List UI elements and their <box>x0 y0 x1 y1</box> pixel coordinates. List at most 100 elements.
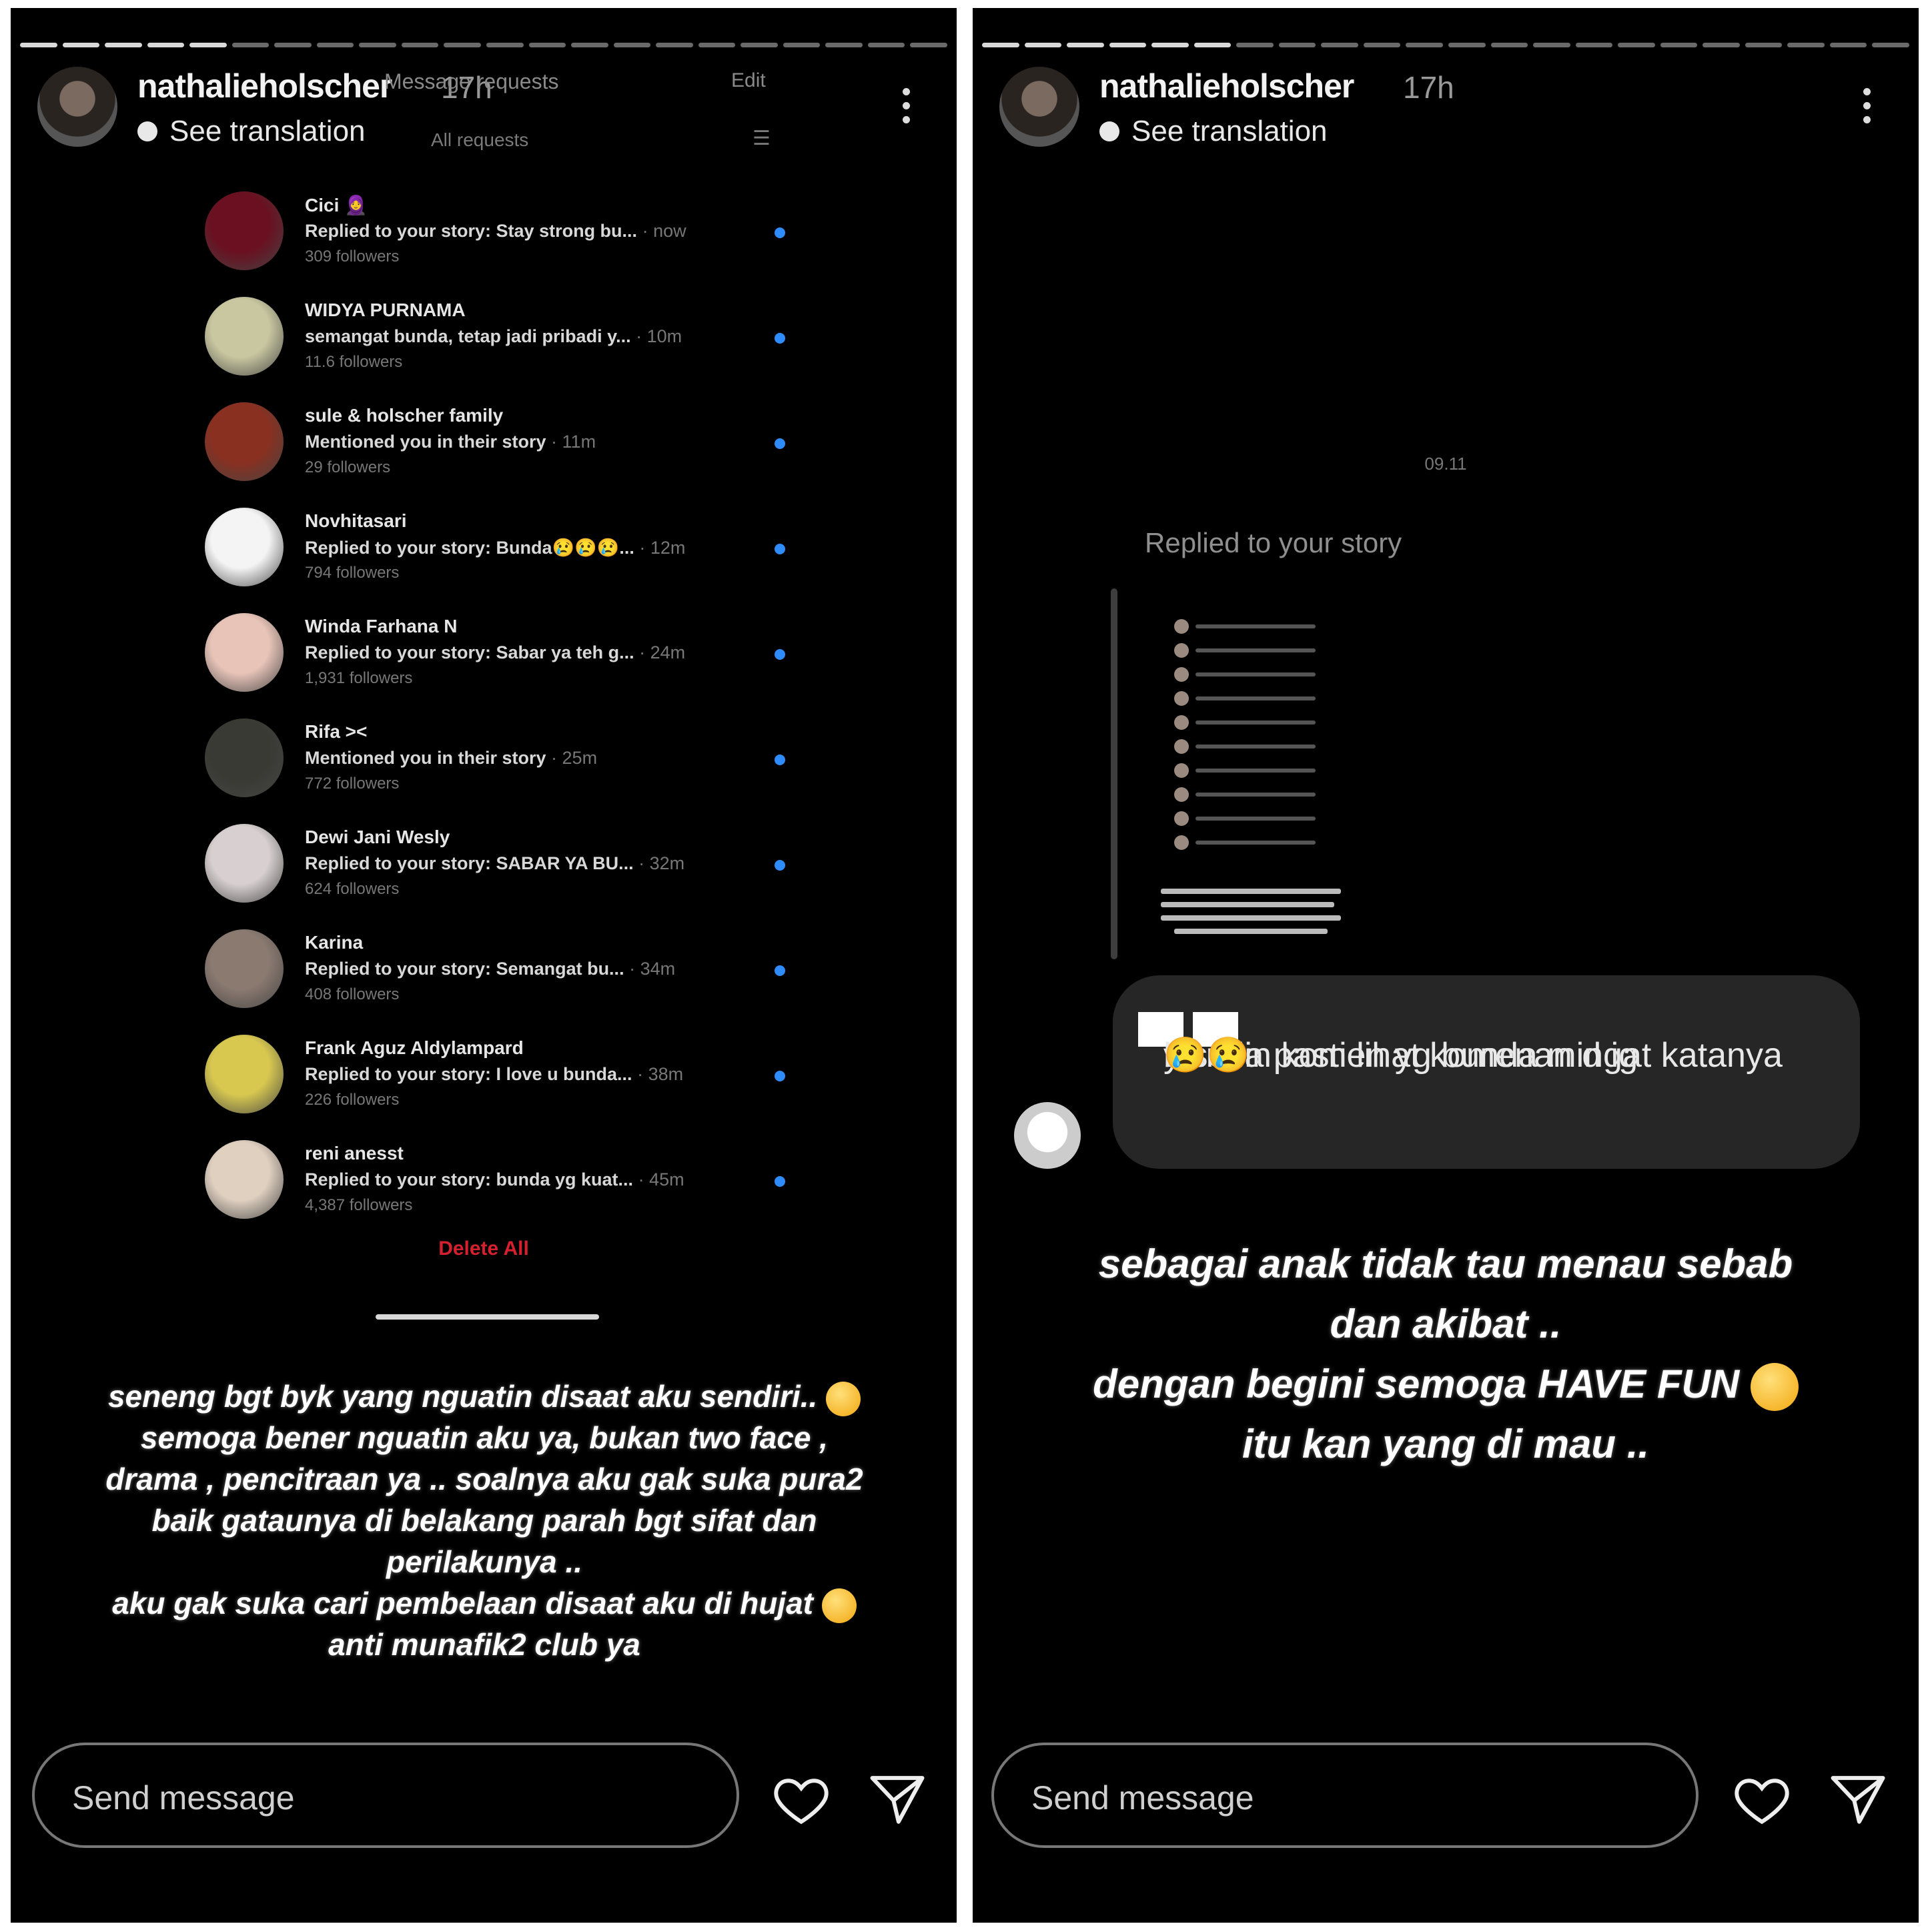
request-name: Dewi Jani Wesly <box>305 827 450 847</box>
delete-all-label: Delete All <box>438 1238 529 1260</box>
story-caption: sebagai anak tidak tau menau sebab dan a… <box>986 1234 1905 1474</box>
caption-line: sebagai anak tidak tau menau sebab <box>1098 1242 1793 1286</box>
message-request-row[interactable]: sule & holscher family Mentioned you in t… <box>194 402 795 489</box>
heart-icon[interactable] <box>1732 1769 1792 1829</box>
request-message: Mentioned you in their story · 11m <box>305 432 596 452</box>
reply-timestamp: 09.11 <box>1424 454 1467 474</box>
message-request-row[interactable]: Cici 🧕 Replied to your story: Stay strong… <box>194 191 795 278</box>
more-vertical-icon[interactable] <box>1863 88 1871 123</box>
request-message: Replied to your story: SABAR YA BU... · … <box>305 853 685 873</box>
message-request-row[interactable]: WIDYA PURNAMA semangat bunda, tetap jadi … <box>194 297 795 384</box>
story-username[interactable]: nathalieholscher <box>137 67 392 105</box>
story-username[interactable]: nathalieholscher <box>1099 67 1354 105</box>
story-author-avatar[interactable] <box>999 67 1079 147</box>
message-bubble[interactable]: Bunda pasti lihat komenan d ig ya si bls… <box>1113 975 1860 1169</box>
paper-plane-icon[interactable] <box>1828 1769 1888 1829</box>
story-panel-left: nathalieholscher 17h Message requests Ed… <box>11 8 957 1923</box>
more-vertical-icon[interactable] <box>902 88 910 123</box>
request-name: Karina <box>305 932 364 953</box>
request-message: semangat bunda, tetap jadi pribadi y... … <box>305 326 682 346</box>
request-message: Replied to your story: I love u bunda...… <box>305 1064 684 1084</box>
caption-line: dengan begini semoga HAVE FUN <box>986 1354 1905 1414</box>
request-message: Mentioned you in their story · 25m <box>305 748 598 768</box>
request-name: sule & holscher family <box>305 405 504 426</box>
request-name: Rifa >< <box>305 721 368 742</box>
send-message-placeholder: Send message <box>1031 1779 1254 1817</box>
caption-line: semoga bener nguatin aku ya, bukan two f… <box>140 1420 829 1455</box>
request-name: WIDYA PURNAMA <box>305 300 466 320</box>
unread-dot <box>775 227 785 238</box>
story-progress-bar <box>20 43 948 47</box>
overlay-title: Message requests <box>384 69 559 93</box>
caption-line: baik gataunya di belakang parah bgt sifa… <box>151 1503 817 1538</box>
request-avatar <box>205 613 284 692</box>
filter-icon: ☰ <box>753 127 771 149</box>
translate-icon <box>137 121 157 141</box>
request-name: reni anesst <box>305 1143 404 1163</box>
request-avatar <box>205 718 284 797</box>
paper-plane-icon[interactable] <box>867 1769 927 1829</box>
request-avatar <box>205 402 284 481</box>
sender-avatar[interactable] <box>1014 1102 1081 1169</box>
caption-line: seneng bgt byk yang nguatin disaat aku s… <box>51 1376 918 1417</box>
unread-dot <box>775 544 785 554</box>
request-message: Replied to your story: bunda yg kuat... … <box>305 1169 684 1189</box>
request-followers: 11.6 followers <box>305 353 403 371</box>
request-avatar <box>205 1140 284 1219</box>
send-message-input[interactable]: Send message <box>991 1743 1699 1848</box>
message-request-row[interactable]: Winda Farhana N Replied to your story: Sa… <box>194 613 795 700</box>
message-request-row[interactable]: Karina Replied to your story: Semangat bu… <box>194 929 795 1016</box>
request-followers: 408 followers <box>305 985 400 1003</box>
request-message: Replied to your story: Sabar ya teh g...… <box>305 642 686 662</box>
see-translation-label: See translation <box>1131 115 1328 147</box>
request-name: Novhitasari <box>305 510 407 531</box>
request-followers: 772 followers <box>305 775 400 793</box>
request-followers: 4,387 followers <box>305 1196 413 1214</box>
message-request-row[interactable]: Frank Aguz Aldylampard Replied to your st… <box>194 1035 795 1121</box>
send-message-input[interactable]: Send message <box>32 1743 739 1848</box>
request-avatar <box>205 191 284 270</box>
request-followers: 29 followers <box>305 458 391 476</box>
story-thumbnail[interactable] <box>1154 588 1348 954</box>
see-translation-button[interactable]: See translation <box>1099 115 1328 148</box>
request-message: Replied to your story: Stay strong bu...… <box>305 221 686 241</box>
request-avatar <box>205 824 284 903</box>
request-followers: 226 followers <box>305 1091 400 1109</box>
request-name: Cici 🧕 <box>305 195 368 215</box>
unread-dot <box>775 333 785 344</box>
unread-dot <box>775 965 785 976</box>
request-avatar <box>205 297 284 376</box>
see-translation-label: See translation <box>169 115 366 147</box>
caption-line: itu kan yang di mau .. <box>1242 1422 1650 1466</box>
request-avatar <box>205 508 284 586</box>
unread-dot <box>775 438 785 449</box>
message-request-row[interactable]: Dewi Jani Wesly Replied to your story: SA… <box>194 824 795 911</box>
story-caption: seneng bgt byk yang nguatin disaat aku s… <box>51 1376 918 1665</box>
caption-line: aku gak suka cari pembelaan disaat aku d… <box>51 1582 918 1624</box>
heart-icon[interactable] <box>771 1769 831 1829</box>
message-request-row[interactable]: Novhitasari Replied to your story: Bunda😢… <box>194 508 795 594</box>
unread-dot <box>775 860 785 871</box>
story-panel-right: nathalieholscher 17h See translation 09.… <box>973 8 1919 1923</box>
home-indicator <box>376 1314 599 1320</box>
reply-quote-bar <box>1111 588 1117 959</box>
request-message: Replied to your story: Semangat bu... · … <box>305 959 676 979</box>
replied-to-story-label: Replied to your story <box>1145 527 1402 558</box>
grimace-emoji-icon <box>1750 1363 1799 1412</box>
story-progress-bar <box>982 43 1910 47</box>
request-followers: 1,931 followers <box>305 669 413 687</box>
unread-dot <box>775 1176 785 1187</box>
unread-dot <box>775 1071 785 1081</box>
request-followers: 309 followers <box>305 248 400 266</box>
message-request-row[interactable]: reni anesst Replied to your story: bunda … <box>194 1140 795 1227</box>
send-message-placeholder: Send message <box>72 1779 295 1817</box>
unread-dot <box>775 649 785 660</box>
request-avatar <box>205 929 284 1008</box>
message-text: Bunda pasti lihat komenan d ig ya si bls… <box>1138 1003 1845 1075</box>
overlay-edit-button: Edit <box>731 69 766 91</box>
caption-line: drama , pencitraan ya .. soalnya aku gak… <box>105 1462 863 1496</box>
story-author-avatar[interactable] <box>37 67 117 147</box>
message-request-row[interactable]: Rifa >< Mentioned you in their story · 25… <box>194 718 795 805</box>
see-translation-button[interactable]: See translation <box>137 115 366 148</box>
caption-line: anti munafik2 club ya <box>328 1627 640 1662</box>
